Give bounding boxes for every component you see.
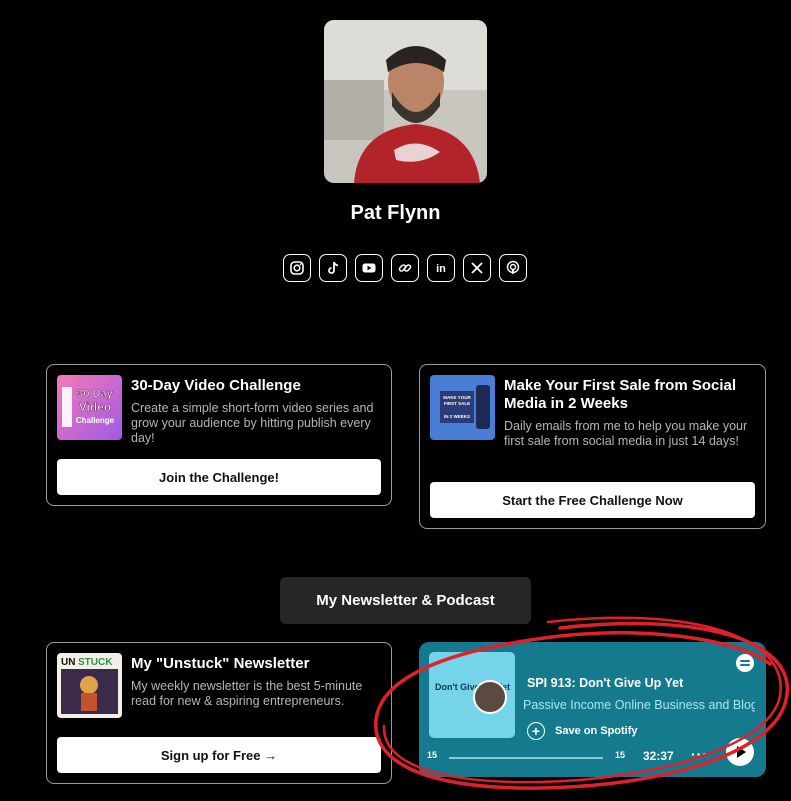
save-label: Save on Spotify	[555, 725, 638, 737]
card-title: Make Your First Sale from Social Media i…	[504, 377, 737, 412]
newsletter-thumbnail: UN STUCK	[57, 653, 122, 718]
skip-back-icon[interactable]: 15	[427, 750, 437, 760]
skip-forward-icon[interactable]: 15	[615, 750, 625, 760]
spotify-embed[interactable]: Don't Give Up Yet SPI 913: Don't Give Up…	[419, 642, 766, 777]
more-options-icon[interactable]: ···	[691, 746, 708, 762]
show-title[interactable]: Passive Income Online Business and Blogg…	[523, 698, 755, 712]
svg-text:Challenge: Challenge	[76, 416, 115, 425]
svg-text:in: in	[436, 263, 446, 275]
card-description: Create a simple short-form video series …	[131, 401, 374, 445]
linkedin-icon[interactable]: in	[427, 254, 455, 282]
play-button[interactable]	[726, 738, 754, 766]
svg-text:FIRST SALE: FIRST SALE	[444, 401, 470, 406]
card-video-challenge: 30 Day Video Challenge 30-Day Video Chal…	[46, 364, 392, 506]
video-challenge-thumbnail: 30 Day Video Challenge	[57, 375, 122, 440]
svg-text:UN: UN	[61, 657, 75, 668]
episode-artwork: Don't Give Up Yet	[429, 652, 515, 738]
profile-avatar	[324, 20, 487, 183]
link-icon[interactable]	[391, 254, 419, 282]
card-newsletter: UN STUCK My "Unstuck" Newsletter My week…	[46, 642, 392, 784]
first-sale-thumbnail: MAKE YOUR FIRST SALE IN 2 WEEKS	[430, 375, 495, 440]
join-challenge-button[interactable]: Join the Challenge!	[57, 459, 381, 495]
card-description: My weekly newsletter is the best 5-minut…	[131, 679, 363, 708]
card-description: Daily emails from me to help you make yo…	[504, 419, 748, 448]
sign-up-button[interactable]: Sign up for Free →	[57, 737, 381, 773]
card-first-sale: MAKE YOUR FIRST SALE IN 2 WEEKS Make You…	[419, 364, 766, 529]
instagram-icon[interactable]	[283, 254, 311, 282]
spotify-icon[interactable]	[736, 654, 754, 672]
svg-text:STUCK: STUCK	[78, 657, 113, 668]
svg-text:IN 2 WEEKS: IN 2 WEEKS	[444, 414, 470, 419]
plus-icon: +	[527, 722, 545, 740]
profile-name: Pat Flynn	[350, 202, 441, 224]
card-title: My "Unstuck" Newsletter	[131, 655, 310, 672]
section-heading: My Newsletter & Podcast	[280, 577, 531, 624]
episode-duration: 32:37	[643, 749, 674, 763]
svg-text:30 Day: 30 Day	[77, 388, 113, 400]
card-title: 30-Day Video Challenge	[131, 377, 301, 394]
tiktok-icon[interactable]	[319, 254, 347, 282]
save-on-spotify-button[interactable]: + Save on Spotify	[527, 722, 638, 740]
progress-bar[interactable]	[449, 757, 603, 759]
podcast-icon[interactable]	[499, 254, 527, 282]
svg-text:MAKE YOUR: MAKE YOUR	[443, 395, 471, 400]
host-face	[473, 680, 507, 714]
x-icon[interactable]	[463, 254, 491, 282]
youtube-icon[interactable]	[355, 254, 383, 282]
episode-title[interactable]: SPI 913: Don't Give Up Yet	[527, 676, 683, 690]
social-links: in	[283, 254, 527, 282]
start-free-challenge-button[interactable]: Start the Free Challenge Now	[430, 482, 755, 518]
svg-text:Video: Video	[79, 400, 111, 414]
